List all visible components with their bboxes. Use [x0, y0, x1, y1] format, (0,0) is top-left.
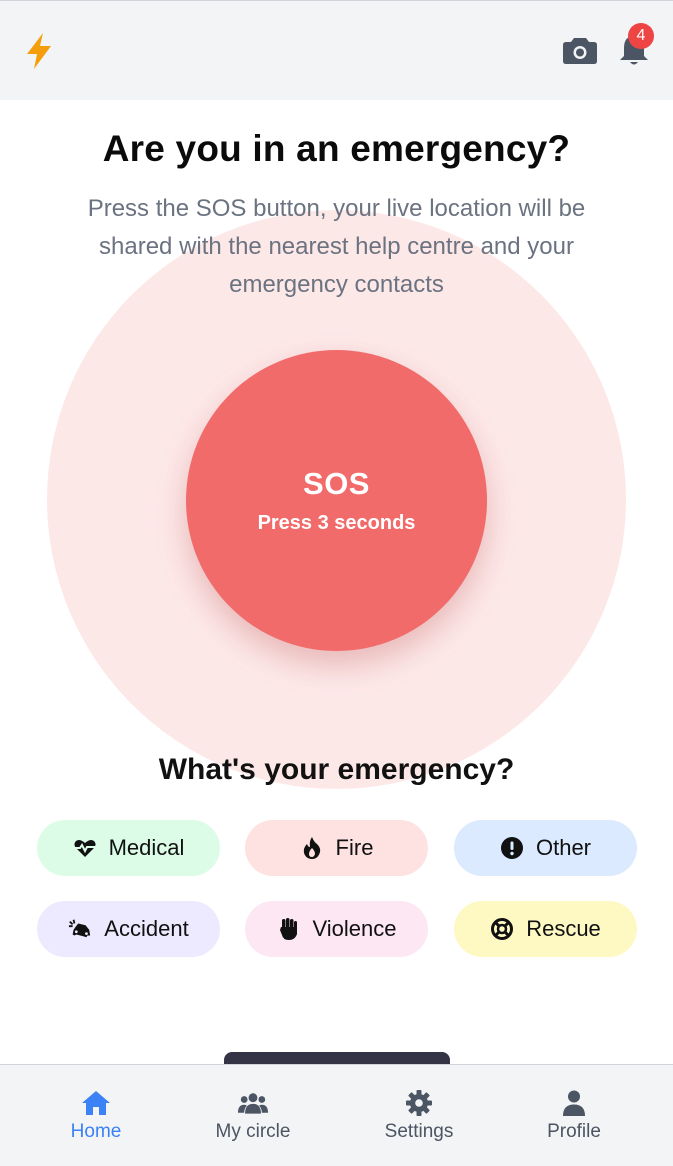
nav-item-settings[interactable]: Settings — [359, 1065, 479, 1166]
exclamation-circle-icon — [500, 837, 523, 859]
sos-label: SOS — [303, 466, 370, 501]
emergency-violence-button[interactable]: Violence — [245, 901, 428, 957]
sos-hint: Press 3 seconds — [257, 512, 416, 534]
nav-label-home: Home — [70, 1121, 122, 1142]
emergency-fire-button[interactable]: Fire — [245, 820, 428, 876]
notification-badge: 4 — [628, 23, 654, 49]
sos-button[interactable]: SOS Press 3 seconds — [186, 350, 487, 651]
fist-icon — [279, 918, 297, 940]
lightning-bolt-icon — [27, 33, 51, 69]
emergency-other-label: Other — [535, 835, 592, 860]
home-icon — [82, 1091, 110, 1115]
bottom-navigation: Home My circle Settings Profile — [0, 1064, 673, 1166]
nav-label-profile: Profile — [547, 1121, 601, 1142]
app-screen: 4 Are you in an emergency? Press the SOS… — [0, 0, 673, 1166]
emergency-rescue-button[interactable]: Rescue — [454, 901, 637, 957]
group-icon — [238, 1093, 268, 1114]
page-subtitle: Press the SOS button, your live location… — [87, 195, 586, 298]
camera-icon[interactable] — [562, 34, 598, 66]
emergency-medical-label: Medical — [108, 835, 185, 860]
emergency-medical-button[interactable]: Medical — [37, 820, 220, 876]
car-crash-icon — [69, 919, 91, 938]
emergency-heading: What's your emergency? — [158, 753, 515, 786]
gear-icon — [406, 1090, 432, 1116]
user-icon — [563, 1090, 585, 1116]
emergency-violence-label: Violence — [312, 916, 397, 941]
nav-label-my-circle: My circle — [215, 1121, 291, 1142]
heart-pulse-icon — [73, 840, 96, 857]
emergency-accident-button[interactable]: Accident — [37, 901, 220, 957]
lifebuoy-icon — [491, 918, 514, 940]
nav-item-my-circle[interactable]: My circle — [193, 1065, 313, 1166]
emergency-other-button[interactable]: Other — [454, 820, 637, 876]
nav-label-settings: Settings — [384, 1121, 454, 1142]
nav-item-profile[interactable]: Profile — [514, 1065, 634, 1166]
emergency-accident-label: Accident — [104, 916, 189, 941]
top-bar: 4 — [0, 0, 673, 100]
nav-item-home[interactable]: Home — [36, 1065, 156, 1166]
emergency-rescue-label: Rescue — [526, 916, 601, 941]
fire-icon — [303, 837, 320, 859]
page-title: Are you in an emergency? — [102, 128, 571, 169]
emergency-fire-label: Fire — [335, 835, 374, 860]
